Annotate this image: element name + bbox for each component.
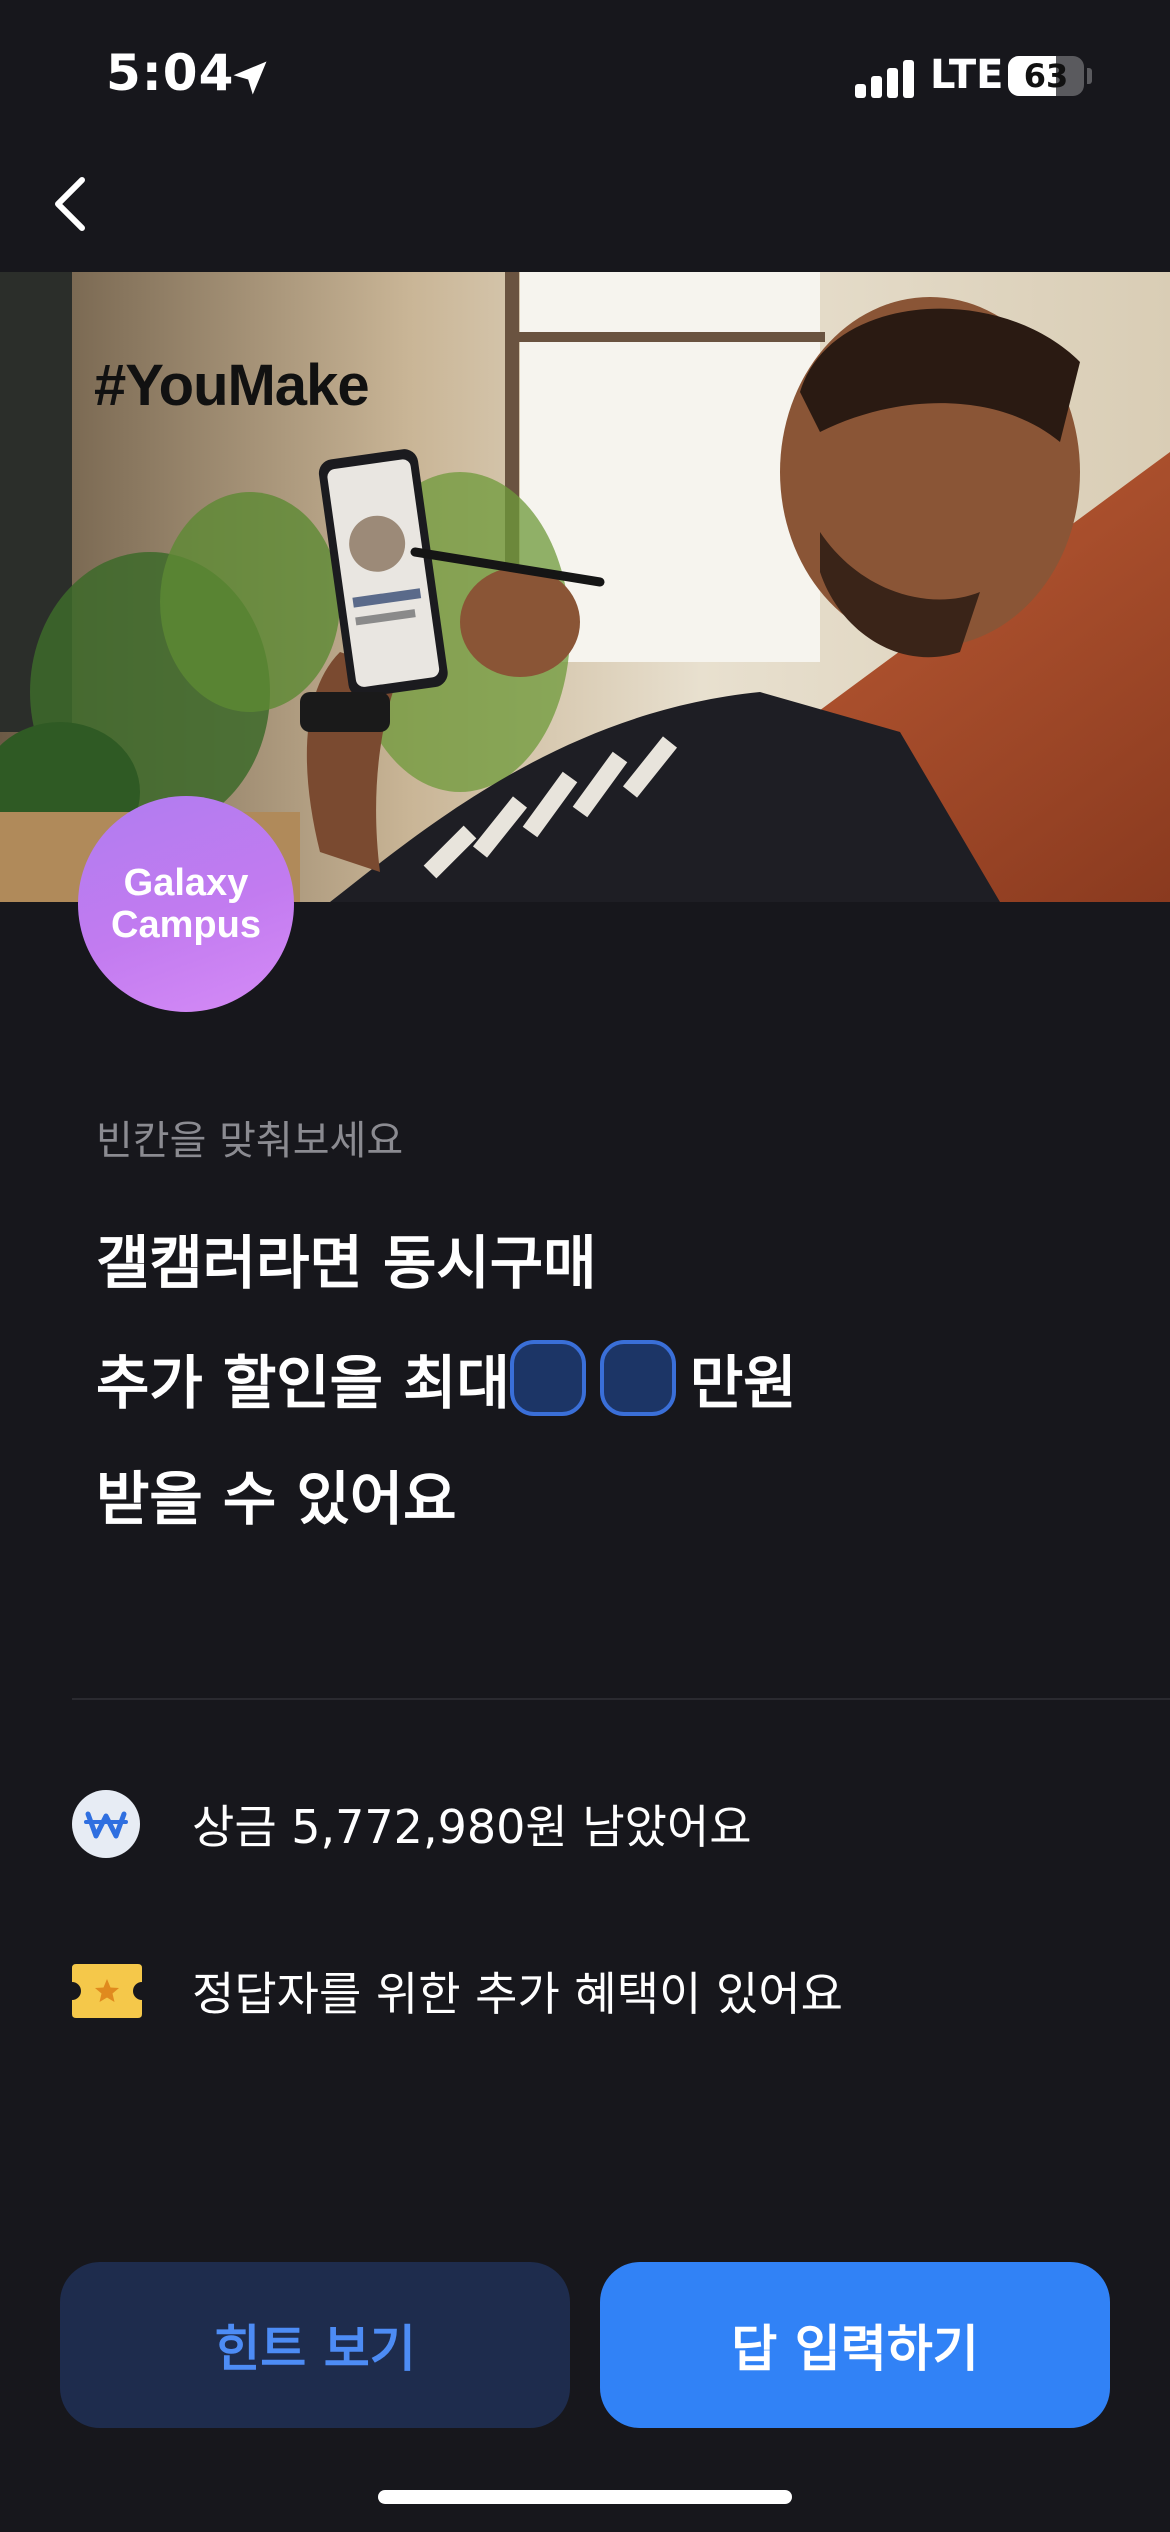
logo-line2: Campus <box>111 904 261 946</box>
chevron-left-icon <box>55 177 85 231</box>
battery-tip <box>1087 68 1092 84</box>
location-arrow-icon <box>233 61 267 95</box>
question-line3: 받을 수 있어요 <box>96 1452 457 1536</box>
answer-blank <box>509 1340 586 1416</box>
question-line2-prefix: 추가 할인을 최대 <box>96 1349 510 1417</box>
ticket-star-icon <box>72 1964 142 2018</box>
signal-strength-icon <box>855 58 915 98</box>
prize-text: 상금 5,772,980원 남았어요 <box>192 1800 752 1854</box>
status-time: 5:04 <box>106 44 235 102</box>
quiz-subtitle: 빈칸을 맞춰보세요 <box>96 1118 404 1164</box>
hint-button[interactable]: 힌트 보기 <box>60 2262 570 2428</box>
question-line2: 추가 할인을 최대 만원 <box>96 1336 797 1420</box>
question-line1: 갤캠러라면 동시구매 <box>96 1216 596 1300</box>
youmake-hashtag: #YouMake <box>94 353 370 418</box>
divider <box>72 1698 1170 1700</box>
benefit-text: 정답자를 위한 추가 혜택이 있어요 <box>192 1967 843 2021</box>
won-coin-icon <box>72 1790 140 1858</box>
answer-blank <box>599 1340 676 1416</box>
network-type: LTE <box>930 52 1004 98</box>
answer-button[interactable]: 답 입력하기 <box>600 2262 1110 2428</box>
home-indicator <box>378 2490 792 2504</box>
logo-line1: Galaxy <box>123 862 249 904</box>
galaxy-campus-logo: Galaxy Campus <box>78 796 294 1012</box>
question-line1-text: 갤캠러라면 동시구매 <box>96 1229 597 1297</box>
question-line2-suffix: 만원 <box>689 1349 797 1417</box>
status-bar: 5:04 LTE 63 <box>0 0 1170 150</box>
prize-row: 상금 5,772,980원 남았어요 <box>72 1790 752 1858</box>
back-button[interactable] <box>38 168 102 240</box>
question-line3-text: 받을 수 있어요 <box>96 1465 457 1533</box>
battery-icon: 63 <box>1008 56 1084 96</box>
battery-percent: 63 <box>1023 57 1069 95</box>
benefit-row: 정답자를 위한 추가 혜택이 있어요 <box>72 1958 843 2024</box>
